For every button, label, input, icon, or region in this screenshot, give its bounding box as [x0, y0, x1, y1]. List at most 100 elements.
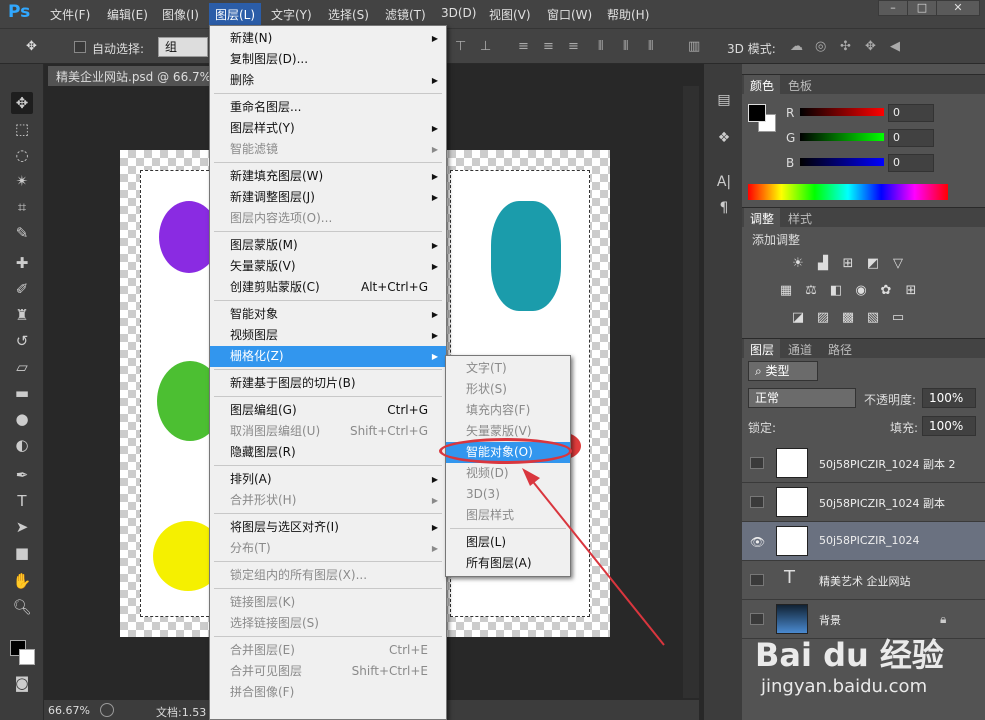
history-panel-icon[interactable]: ▤ — [714, 90, 734, 110]
menu-item[interactable]: 图层编组(G) Ctrl+G — [210, 400, 446, 421]
eyedropper-tool-icon[interactable]: ✎ — [11, 222, 33, 244]
menu-item[interactable]: 矢量蒙版(V) ▶ — [210, 256, 446, 277]
vibrance-icon[interactable]: ▽ — [890, 256, 906, 272]
menu-item[interactable]: 重命名图层... — [210, 97, 446, 118]
distribute-vcenter-icon[interactable]: ≡ — [543, 40, 559, 54]
close-button[interactable]: ✕ — [936, 0, 980, 16]
photo-filter-icon[interactable]: ◉ — [853, 283, 869, 299]
eye-icon[interactable]: 👁︎ — [750, 535, 765, 549]
layer-row[interactable]: 50j58PICZIR_1024 副本 — [742, 483, 985, 522]
status-info-icon[interactable] — [100, 703, 114, 717]
visibility-toggle[interactable] — [750, 574, 764, 586]
color-spectrum[interactable] — [748, 184, 948, 200]
menu-item[interactable]: 隐藏图层(R) — [210, 442, 446, 463]
quick-mask-icon[interactable]: ◙ — [11, 672, 33, 694]
tab-swatches[interactable]: 色板 — [782, 75, 818, 95]
menu-item[interactable]: 复制图层(D)... — [210, 49, 446, 70]
eraser-tool-icon[interactable]: ▱ — [11, 356, 33, 378]
menu-filter[interactable]: 滤镜(T) — [385, 6, 426, 23]
visibility-toggle[interactable] — [750, 613, 764, 625]
menu-file[interactable]: 文件(F) — [50, 6, 90, 23]
path-selection-tool-icon[interactable]: ➤ — [11, 516, 33, 538]
type-tool-icon[interactable]: T — [11, 490, 33, 512]
tab-layers[interactable]: 图层 — [744, 339, 781, 359]
menu-view[interactable]: 视图(V) — [489, 6, 531, 23]
menu-item[interactable]: 排列(A) ▶ — [210, 469, 446, 490]
hue-sat-icon[interactable]: ▦ — [778, 283, 794, 299]
menu-image[interactable]: 图像(I) — [162, 6, 199, 23]
menu-item[interactable]: 图层蒙版(M) ▶ — [210, 235, 446, 256]
3d-rotate-icon[interactable]: ☁ — [790, 40, 806, 54]
fg-color-chip[interactable] — [748, 104, 766, 122]
3d-panel-icon[interactable]: ❖ — [714, 128, 734, 148]
curves-icon[interactable]: ⊞ — [840, 256, 856, 272]
tab-paths[interactable]: 路径 — [822, 339, 858, 359]
zoom-tool-icon[interactable]: 🔍︎ — [11, 596, 33, 618]
menu-item[interactable]: 图层(L) — [446, 532, 570, 553]
menu-window[interactable]: 窗口(W) — [547, 6, 592, 23]
layer-row[interactable]: T 精美艺术 企业网站 — [742, 561, 985, 600]
healing-brush-tool-icon[interactable]: ✚ — [11, 252, 33, 274]
r-slider[interactable] — [800, 108, 884, 116]
history-brush-tool-icon[interactable]: ↺ — [11, 330, 33, 352]
align-top-icon[interactable]: ⊤ — [455, 40, 471, 54]
opacity-field[interactable]: 100% — [922, 388, 976, 408]
invert-icon[interactable]: ◪ — [790, 310, 806, 326]
menu-item[interactable]: 新建调整图层(J) ▶ — [210, 187, 446, 208]
crop-tool-icon[interactable]: ⌗ — [11, 196, 33, 218]
black-white-icon[interactable]: ◧ — [828, 283, 844, 299]
menu-select[interactable]: 选择(S) — [328, 6, 369, 23]
selective-color-icon[interactable]: ▭ — [890, 310, 906, 326]
b-slider[interactable] — [800, 158, 884, 166]
color-lookup-icon[interactable]: ⊞ — [903, 283, 919, 299]
paragraph-panel-icon[interactable]: ¶ — [714, 198, 734, 218]
brightness-icon[interactable]: ☀ — [790, 256, 806, 272]
distribute-hcenter-icon[interactable]: ⫴ — [623, 40, 639, 54]
menu-item[interactable]: 所有图层(A) — [446, 553, 570, 574]
tab-color[interactable]: 颜色 — [744, 75, 781, 95]
levels-icon[interactable]: ▟ — [815, 256, 831, 272]
lasso-tool-icon[interactable]: ◌ — [11, 144, 33, 166]
hand-tool-icon[interactable]: ✋ — [11, 570, 33, 592]
layer-row[interactable]: 50j58PICZIR_1024 副本 2 — [742, 444, 985, 483]
distribute-left-icon[interactable]: ⫴ — [598, 40, 614, 54]
menu-item[interactable]: 新建基于图层的切片(B) — [210, 373, 446, 394]
visibility-toggle[interactable] — [750, 496, 764, 508]
dodge-tool-icon[interactable]: ◐ — [11, 434, 33, 456]
zoom-level[interactable]: 66.67% — [48, 704, 90, 717]
distribute-right-icon[interactable]: ⫴ — [648, 40, 664, 54]
auto-align-icon[interactable]: ▥ — [688, 40, 704, 54]
align-bottom-icon[interactable]: ⊥ — [480, 40, 496, 54]
menu-item[interactable]: 图层样式(Y) ▶ — [210, 118, 446, 139]
threshold-icon[interactable]: ▩ — [840, 310, 856, 326]
magic-wand-tool-icon[interactable]: ✴ — [11, 170, 33, 192]
marquee-tool-icon[interactable]: ⬚ — [11, 118, 33, 140]
color-balance-icon[interactable]: ⚖ — [803, 283, 819, 299]
menu-layer[interactable]: 图层(L) — [209, 3, 262, 25]
document-tab[interactable]: 精美企业网站.psd @ 66.7% — [48, 66, 223, 86]
layer-row-selected[interactable]: 👁︎ 50j58PICZIR_1024 — [742, 522, 985, 561]
menu-edit[interactable]: 编辑(E) — [107, 6, 148, 23]
character-panel-icon[interactable]: A| — [714, 172, 734, 192]
3d-pan-icon[interactable]: ✣ — [840, 40, 856, 54]
gradient-map-icon[interactable]: ▧ — [865, 310, 881, 326]
background-color-swatch[interactable] — [19, 649, 35, 665]
3d-slide-icon[interactable]: ✥ — [865, 40, 881, 54]
menu-help[interactable]: 帮助(H) — [607, 6, 649, 23]
channel-mixer-icon[interactable]: ✿ — [878, 283, 894, 299]
r-value[interactable]: 0 — [888, 104, 934, 122]
menu-item[interactable]: 新建(N) ▶ — [210, 28, 446, 49]
tab-styles[interactable]: 样式 — [782, 208, 818, 228]
blend-mode-dropdown[interactable]: 正常 — [748, 388, 856, 408]
3d-roll-icon[interactable]: ◎ — [815, 40, 831, 54]
exposure-icon[interactable]: ◩ — [865, 256, 881, 272]
brush-tool-icon[interactable]: ✐ — [11, 278, 33, 300]
menu-item[interactable]: 将图层与选区对齐(I) ▶ — [210, 517, 446, 538]
rectangle-tool-icon[interactable]: ■ — [11, 542, 33, 564]
tab-channels[interactable]: 通道 — [782, 339, 818, 359]
layer-filter-dropdown[interactable]: ⌕ 类型 — [748, 361, 818, 381]
gradient-tool-icon[interactable]: ▬ — [11, 382, 33, 404]
fill-field[interactable]: 100% — [922, 416, 976, 436]
blur-tool-icon[interactable]: ● — [11, 408, 33, 430]
canvas-scrollbar[interactable] — [683, 86, 699, 698]
